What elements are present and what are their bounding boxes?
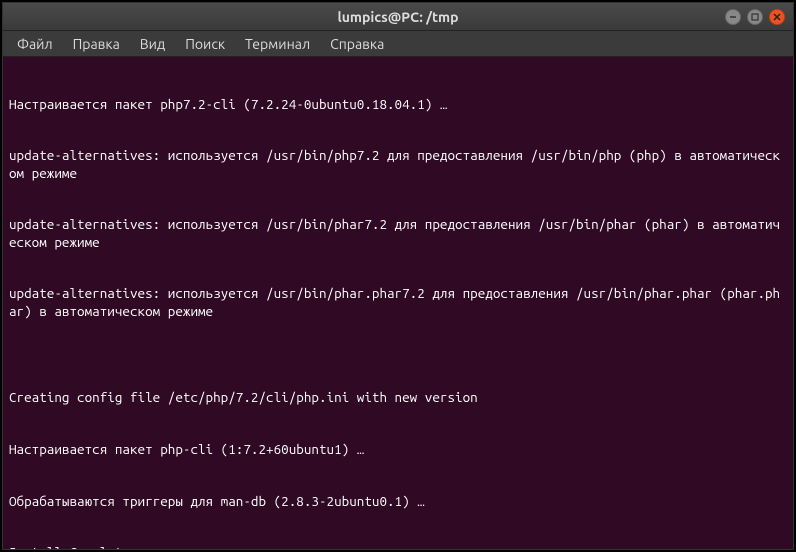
menu-file[interactable]: Файл [9, 34, 61, 54]
menu-terminal[interactable]: Терминал [237, 34, 318, 54]
output-line: update-alternatives: используется /usr/b… [9, 285, 787, 320]
terminal-window: lumpics@PC: /tmp Файл Правка Вид Поиск Т… [2, 2, 794, 550]
menu-search[interactable]: Поиск [177, 34, 233, 54]
window-controls [725, 9, 785, 25]
output-line: Настраивается пакет php-cli (1:7.2+60ubu… [9, 441, 787, 458]
output-line: Creating config file /etc/php/7.2/cli/ph… [9, 389, 787, 406]
minimize-icon [729, 13, 737, 21]
output-line: Обрабатываются триггеры для man-db (2.8.… [9, 493, 787, 510]
window-title: lumpics@PC: /tmp [338, 9, 459, 25]
output-line: update-alternatives: используется /usr/b… [9, 147, 787, 182]
menu-view[interactable]: Вид [132, 34, 173, 54]
menu-edit[interactable]: Правка [65, 34, 128, 54]
minimize-button[interactable] [725, 9, 741, 25]
output-line: Install Complete [9, 544, 787, 549]
output-line: Настраивается пакет php7.2-cli (7.2.24-0… [9, 96, 787, 113]
maximize-icon [751, 13, 759, 21]
close-button[interactable] [769, 9, 785, 25]
output-line: update-alternatives: используется /usr/b… [9, 216, 787, 251]
close-icon [773, 13, 781, 21]
maximize-button[interactable] [747, 9, 763, 25]
terminal-output[interactable]: Настраивается пакет php7.2-cli (7.2.24-0… [3, 57, 793, 549]
titlebar: lumpics@PC: /tmp [3, 3, 793, 31]
menubar: Файл Правка Вид Поиск Терминал Справка [3, 31, 793, 57]
menu-help[interactable]: Справка [322, 34, 392, 54]
